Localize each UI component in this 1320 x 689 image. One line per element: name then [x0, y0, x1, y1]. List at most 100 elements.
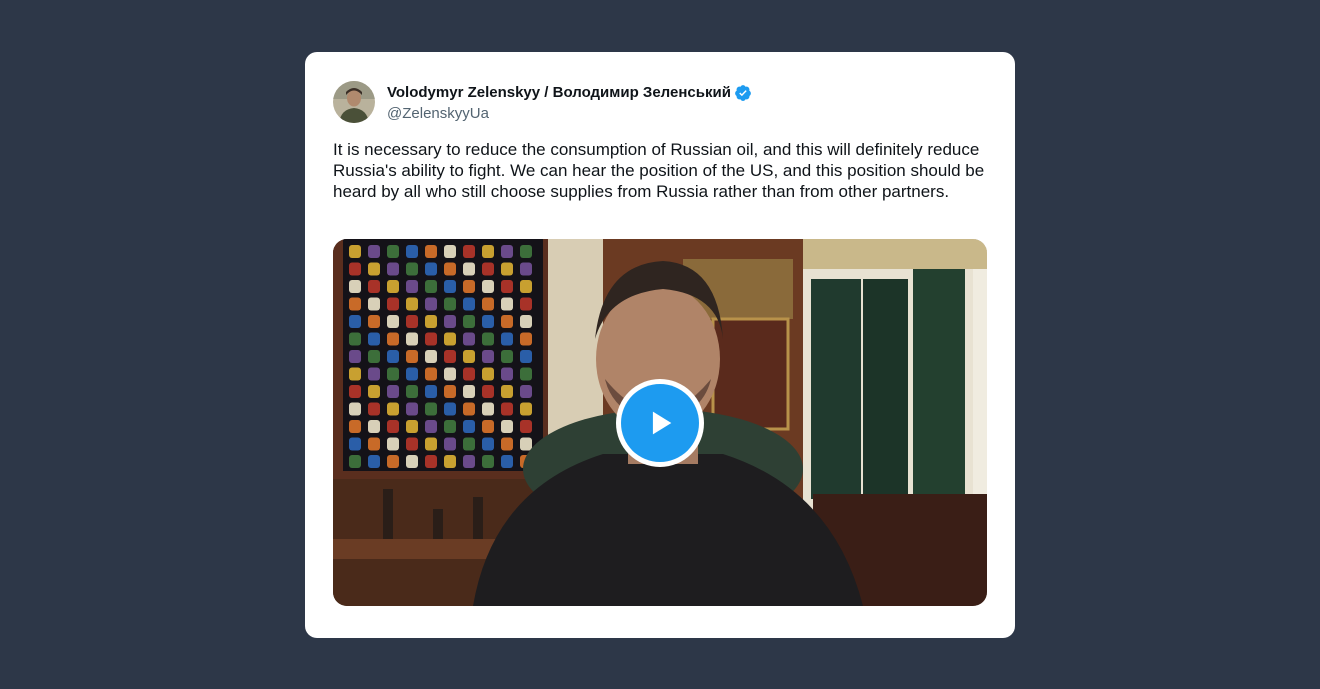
wall-patch [349, 297, 361, 311]
wall-patch [368, 280, 380, 293]
wall-patch [463, 280, 475, 293]
wall-patch [520, 402, 532, 416]
wall-patch [368, 262, 380, 276]
wall-patch [368, 315, 380, 328]
wall-patch [501, 455, 513, 468]
wall-patch [349, 420, 361, 433]
wall-patch [387, 350, 399, 363]
video-thumbnail[interactable] [333, 239, 987, 606]
wall-patch [349, 280, 361, 293]
wall-patch [349, 367, 361, 381]
wall-patch [444, 420, 456, 433]
wall-patch [501, 315, 513, 328]
wall-patch [501, 332, 513, 346]
wall-patch [520, 420, 532, 433]
wall-patch [425, 385, 437, 398]
avatar[interactable] [333, 81, 375, 123]
wall-patch [501, 402, 513, 416]
wall-patch [406, 245, 418, 258]
wall-patch [349, 332, 361, 346]
wall-patch [482, 367, 494, 381]
wall-patch [425, 245, 437, 258]
wall-patch [444, 262, 456, 276]
wall-patch [387, 315, 399, 328]
wall-patch [463, 367, 475, 381]
wall-patch [482, 262, 494, 276]
wall-patch [349, 350, 361, 363]
wall-patch [463, 315, 475, 328]
wall-patch [482, 402, 494, 416]
author-name-row: Volodymyr Zelenskyy / Володимир Зеленськ… [387, 83, 752, 103]
wall-patch [349, 385, 361, 398]
wall-patch [501, 245, 513, 258]
wall-patch [387, 455, 399, 468]
wall-patch [425, 262, 437, 276]
wall-patch [520, 385, 532, 398]
wall-patch [387, 262, 399, 276]
wall-patch [387, 385, 399, 398]
wall-patch [425, 280, 437, 293]
wall-patch [349, 245, 361, 258]
wall-patch [501, 437, 513, 451]
wall-patch [501, 385, 513, 398]
wall-patch [368, 437, 380, 451]
wall-patch [463, 262, 475, 276]
wall-patch [425, 350, 437, 363]
wall-patch [463, 455, 475, 468]
wall-patch [520, 262, 532, 276]
author-handle[interactable]: @ZelenskyyUa [387, 105, 752, 122]
wall-patch [520, 332, 532, 346]
wall-patch [463, 245, 475, 258]
wall-patch [444, 402, 456, 416]
wall-patch [520, 245, 532, 258]
wall-patch [387, 245, 399, 258]
wall-patch [501, 297, 513, 311]
author-name[interactable]: Volodymyr Zelenskyy / Володимир Зеленськ… [387, 84, 731, 101]
wall-patch [444, 367, 456, 381]
wall-patch [425, 315, 437, 328]
wall-patch [406, 385, 418, 398]
wall-patch [406, 297, 418, 311]
wall-patch [349, 437, 361, 451]
wall-patch [349, 402, 361, 416]
wall-patch [463, 350, 475, 363]
wall-patch [425, 437, 437, 451]
wall-patch [482, 455, 494, 468]
wall-patch [425, 402, 437, 416]
wall-patch [387, 297, 399, 311]
play-button[interactable] [616, 379, 704, 467]
wall-patch [482, 280, 494, 293]
tweet-header: Volodymyr Zelenskyy / Володимир Зеленськ… [333, 80, 752, 124]
wall-patch [406, 367, 418, 381]
wall-patch [501, 280, 513, 293]
wall-patch [425, 455, 437, 468]
tweet-text: It is necessary to reduce the consumptio… [333, 140, 985, 201]
wall-patch [520, 367, 532, 381]
wall-patch [463, 437, 475, 451]
wall-patch [444, 315, 456, 328]
wall-patch [501, 420, 513, 433]
author-info: Volodymyr Zelenskyy / Володимир Зеленськ… [387, 83, 752, 122]
wall-patch [520, 315, 532, 328]
wall-patch [463, 297, 475, 311]
wall-patch [387, 280, 399, 293]
wall-patch [520, 280, 532, 293]
wall-patch [444, 332, 456, 346]
wall-patch [406, 420, 418, 433]
wall-patch [444, 455, 456, 468]
wall-patch [444, 350, 456, 363]
wall-patch [444, 297, 456, 311]
wall-patch [368, 385, 380, 398]
wall-patch [368, 332, 380, 346]
wall-patch [406, 280, 418, 293]
wall-patch [482, 297, 494, 311]
wall-patch [463, 332, 475, 346]
wall-patch [406, 402, 418, 416]
wall-patch [482, 245, 494, 258]
wall-patch [387, 402, 399, 416]
wall-patch [501, 262, 513, 276]
wall-patch [444, 245, 456, 258]
wall-patch [368, 420, 380, 433]
wall-patch [406, 455, 418, 468]
verified-badge-icon [734, 84, 752, 102]
